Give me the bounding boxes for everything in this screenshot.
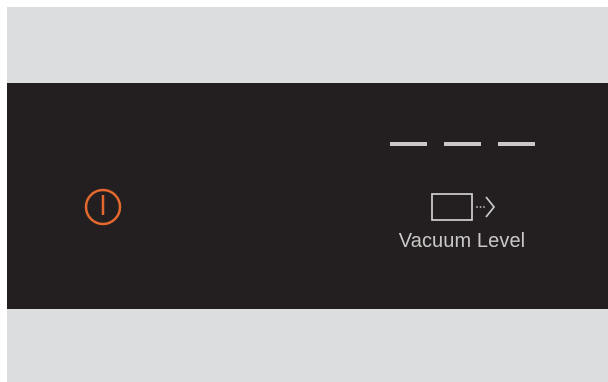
vacuum-seal-icon — [431, 193, 496, 221]
power-button[interactable] — [82, 186, 126, 230]
power-icon — [84, 188, 122, 226]
vacuum-level-indicator-1 — [390, 142, 427, 146]
vacuum-level-indicator-3 — [498, 142, 535, 146]
vacuum-level-button[interactable]: Vacuum Level — [386, 186, 538, 258]
vacuum-level-indicator-2 — [444, 142, 481, 146]
vacuum-level-label: Vacuum Level — [398, 230, 526, 252]
